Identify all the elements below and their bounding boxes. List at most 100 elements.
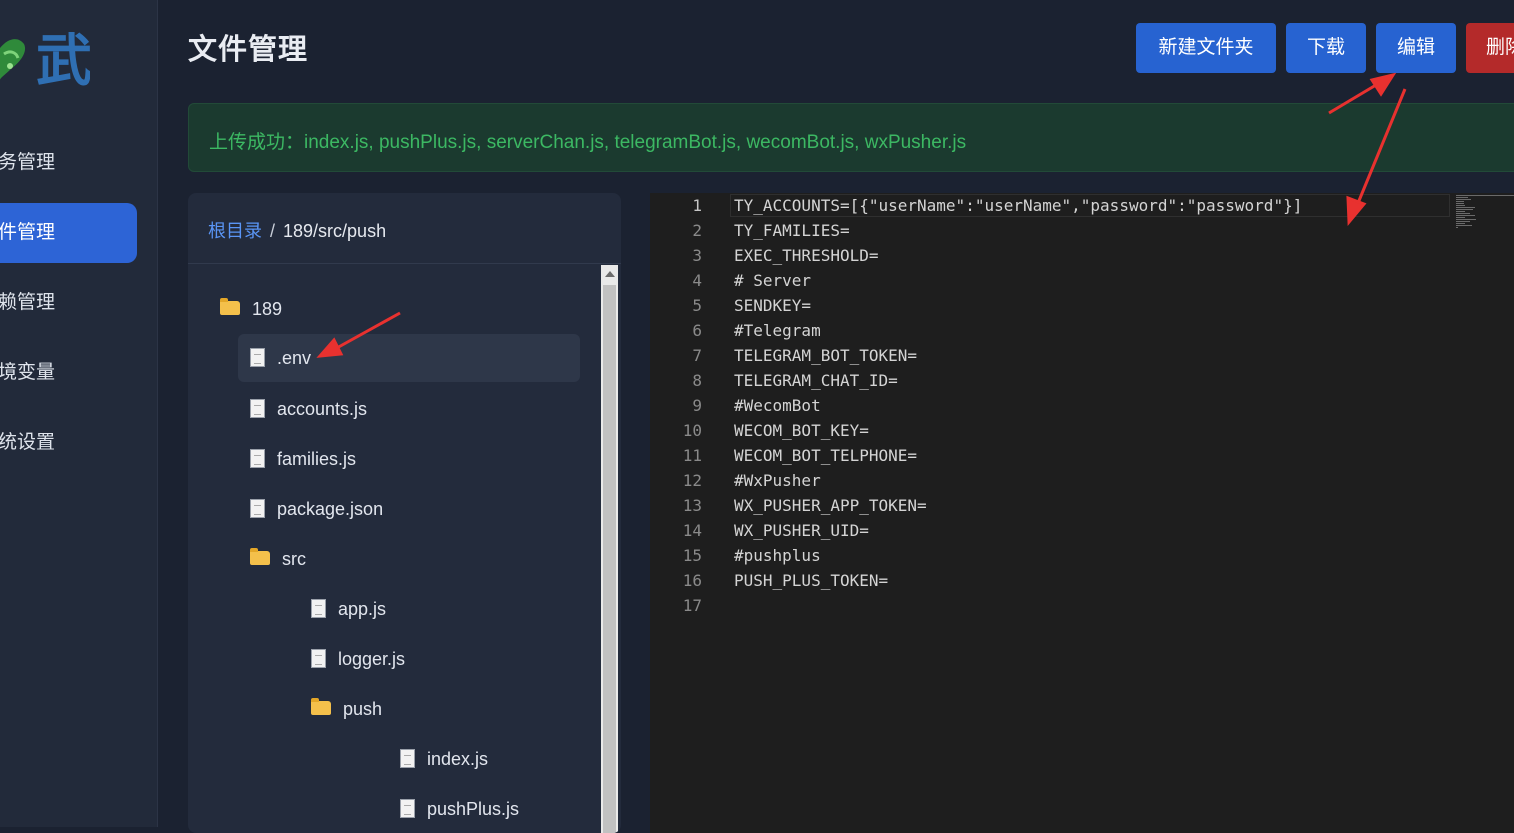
code-line[interactable]: 9 #WecomBot <box>650 393 1450 418</box>
line-number: 14 <box>682 521 702 540</box>
line-text[interactable]: #pushplus <box>734 543 821 568</box>
alert-message: 上传成功：index.js, pushPlus.js, serverChan.j… <box>209 132 967 153</box>
code-line[interactable]: 4 # Server <box>650 268 1450 293</box>
page-title: 文件管理 <box>188 34 309 66</box>
sidebar-item-label: 赖管理 <box>0 292 56 313</box>
line-text[interactable]: WX_PUSHER_UID= <box>734 518 869 543</box>
code-line[interactable]: 14 WX_PUSHER_UID= <box>650 518 1450 543</box>
code-line[interactable]: 17 <box>650 593 1450 618</box>
breadcrumb-root-link[interactable]: 根目录 <box>208 221 262 241</box>
line-number: 12 <box>682 471 702 490</box>
scrollbar-thumb[interactable] <box>603 285 616 833</box>
folder-icon <box>250 548 270 566</box>
divider <box>188 263 621 264</box>
sidebar-item-label: 境变量 <box>0 362 56 383</box>
file-icon <box>311 648 326 668</box>
tree-scrollbar[interactable] <box>601 265 618 833</box>
scroll-up-arrow-icon[interactable] <box>605 271 615 277</box>
sidebar-item-dependency-management[interactable]: 赖管理 <box>0 273 137 333</box>
minimap-row <box>1456 201 1464 202</box>
tree-file-logger[interactable]: logger.js <box>311 635 405 683</box>
code-line[interactable]: 3 EXEC_THRESHOLD= <box>650 243 1450 268</box>
minimap-row <box>1456 219 1476 220</box>
svg-text:武: 武 <box>36 28 90 94</box>
sidebar-item-label: 务管理 <box>0 152 56 173</box>
file-icon <box>311 598 326 618</box>
sidebar-item-label: 统设置 <box>0 432 56 453</box>
file-icon <box>250 347 265 367</box>
code-editor[interactable]: 1 TY_ACCOUNTS=[{"userName":"userName","pa… <box>650 193 1514 833</box>
tree-folder-src[interactable]: src <box>250 535 306 583</box>
tree-file-accounts[interactable]: accounts.js <box>250 385 367 433</box>
line-text[interactable]: TY_FAMILIES= <box>734 218 850 243</box>
line-text[interactable]: WECOM_BOT_TELPHONE= <box>734 443 917 468</box>
sidebar-item-file-management[interactable]: 件管理 <box>0 203 137 263</box>
tree-file-app[interactable]: app.js <box>311 585 386 633</box>
code-line[interactable]: 1 TY_ACCOUNTS=[{"userName":"userName","pa… <box>650 193 1450 218</box>
breadcrumb: 根目录 / 189/src/push <box>208 217 386 243</box>
file-icon <box>400 798 415 818</box>
line-number: 13 <box>682 496 702 515</box>
breadcrumb-current-path: 189/src/push <box>283 221 387 241</box>
line-text[interactable]: TELEGRAM_BOT_TOKEN= <box>734 343 917 368</box>
minimap-row <box>1456 213 1470 214</box>
sidebar-item-environment-variables[interactable]: 境变量 <box>0 343 137 403</box>
line-text[interactable]: WECOM_BOT_KEY= <box>734 418 869 443</box>
sidebar-item-system-settings[interactable]: 统设置 <box>0 413 137 473</box>
sidebar: 武 务管理 件管理 赖管理 境变量 统设置 <box>0 0 158 827</box>
logo: 武 <box>0 28 90 94</box>
minimap-row <box>1456 217 1465 218</box>
line-text[interactable]: TELEGRAM_CHAT_ID= <box>734 368 898 393</box>
annotation-arrowhead <box>1369 72 1397 97</box>
code-line[interactable]: 10 WECOM_BOT_KEY= <box>650 418 1450 443</box>
minimap-row <box>1456 223 1465 224</box>
line-text[interactable]: # Server <box>734 268 811 293</box>
line-number: 6 <box>692 321 702 340</box>
code-line[interactable]: 16 PUSH_PLUS_TOKEN= <box>650 568 1450 593</box>
tree-file-index[interactable]: index.js <box>400 735 488 783</box>
tree-item-label: app.js <box>338 599 387 619</box>
sidebar-item-label: 件管理 <box>0 222 56 243</box>
tree-folder-189[interactable]: 189 <box>220 285 282 333</box>
line-text[interactable]: #WxPusher <box>734 468 821 493</box>
line-number: 1 <box>692 196 702 215</box>
line-text[interactable]: WX_PUSHER_APP_TOKEN= <box>734 493 927 518</box>
line-text[interactable]: TY_ACCOUNTS=[{"userName":"userName","pas… <box>734 193 1302 218</box>
tree-item-label: src <box>282 549 306 569</box>
file-icon <box>250 398 265 418</box>
code-line[interactable]: 8 TELEGRAM_CHAT_ID= <box>650 368 1450 393</box>
minimap-row <box>1456 197 1468 198</box>
code-line[interactable]: 7 TELEGRAM_BOT_TOKEN= <box>650 343 1450 368</box>
line-number: 3 <box>692 246 702 265</box>
minimap-row <box>1456 195 1514 196</box>
code-line[interactable]: 5 SENDKEY= <box>650 293 1450 318</box>
line-text[interactable]: #Telegram <box>734 318 821 343</box>
tree-file-env[interactable]: .env <box>238 334 580 382</box>
download-button[interactable]: 下载 <box>1286 23 1366 73</box>
code-line[interactable]: 6 #Telegram <box>650 318 1450 343</box>
sidebar-item-task-management[interactable]: 务管理 <box>0 133 137 193</box>
code-line[interactable]: 13 WX_PUSHER_APP_TOKEN= <box>650 493 1450 518</box>
new-folder-button[interactable]: 新建文件夹 <box>1136 23 1276 73</box>
code-line[interactable]: 11 WECOM_BOT_TELPHONE= <box>650 443 1450 468</box>
line-text[interactable]: #WecomBot <box>734 393 821 418</box>
line-text[interactable]: EXEC_THRESHOLD= <box>734 243 879 268</box>
tree-file-families[interactable]: families.js <box>250 435 356 483</box>
code-line[interactable]: 12 #WxPusher <box>650 468 1450 493</box>
editor-minimap[interactable] <box>1454 193 1514 233</box>
line-text[interactable]: SENDKEY= <box>734 293 811 318</box>
line-text[interactable]: PUSH_PLUS_TOKEN= <box>734 568 888 593</box>
tree-folder-push[interactable]: push <box>311 685 382 733</box>
edit-button[interactable]: 编辑 <box>1376 23 1456 73</box>
line-number: 10 <box>682 421 702 440</box>
delete-button[interactable]: 删除 <box>1466 23 1514 73</box>
minimap-row <box>1456 207 1475 208</box>
minimap-row <box>1456 221 1470 222</box>
tree-file-pushplus[interactable]: pushPlus.js <box>400 785 519 833</box>
code-line[interactable]: 15 #pushplus <box>650 543 1450 568</box>
file-icon <box>250 498 265 518</box>
folder-icon <box>311 698 331 716</box>
code-line[interactable]: 2 TY_FAMILIES= <box>650 218 1450 243</box>
tree-file-package[interactable]: package.json <box>250 485 383 533</box>
line-number: 11 <box>682 446 702 465</box>
